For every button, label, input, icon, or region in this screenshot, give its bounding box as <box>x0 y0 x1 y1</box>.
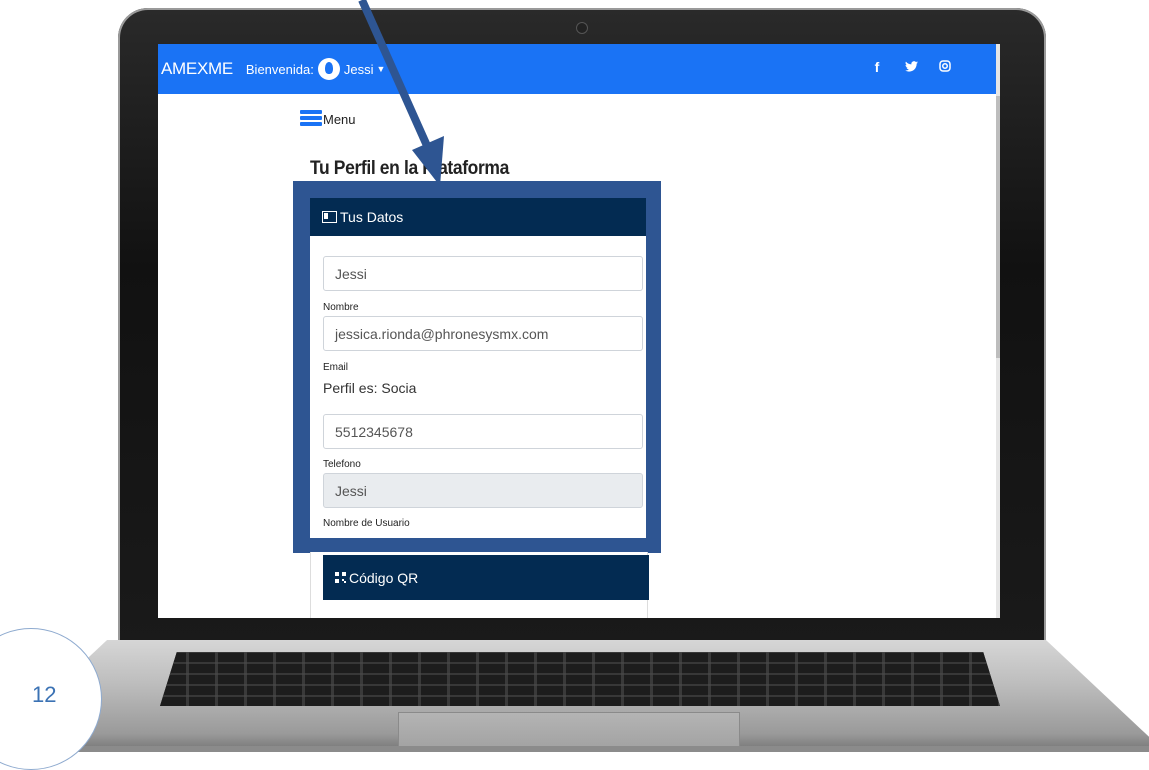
keyboard-rows <box>160 652 1000 706</box>
page-title: Tu Perfil en la Plataforma <box>310 158 509 179</box>
chevron-down-icon[interactable]: ▼ <box>376 64 385 74</box>
laptop-screen: AMEXME Bienvenida: Jessi ▼ f Menu Tu Per… <box>158 44 1000 618</box>
brand-logo[interactable]: AMEXME <box>161 59 233 79</box>
name-field[interactable]: Jessi <box>323 256 643 291</box>
trackpad <box>398 712 740 748</box>
email-label: Email <box>323 362 349 373</box>
menu-toggle[interactable]: Menu <box>300 110 356 127</box>
profile-card-header: Tus Datos <box>310 198 646 236</box>
qr-card: Código QR <box>310 552 649 618</box>
avatar[interactable] <box>317 58 340 80</box>
twitter-icon[interactable] <box>904 59 918 75</box>
profile-card: Tus Datos Jessi Nombre jessica.rionda@ph… <box>310 198 646 538</box>
username-label: Nombre de Usuario <box>323 518 410 529</box>
phone-label: Telefono <box>323 459 361 470</box>
laptop-base-edge <box>0 746 1149 752</box>
profile-type-text: Perfil es: Socia <box>323 380 417 396</box>
qr-card-title[interactable]: Código QR <box>349 570 418 586</box>
menu-label[interactable]: Menu <box>323 112 356 127</box>
name-label: Nombre <box>323 302 359 313</box>
username-field: Jessi <box>323 473 643 508</box>
id-card-icon <box>322 211 337 223</box>
top-navbar: AMEXME Bienvenida: Jessi ▼ f <box>158 44 1000 94</box>
qr-code-icon <box>335 572 346 583</box>
page-scrollbar[interactable] <box>996 44 1000 618</box>
webcam <box>576 22 588 34</box>
instagram-icon[interactable] <box>938 59 952 75</box>
profile-card-title: Tus Datos <box>340 209 404 225</box>
welcome-label: Bienvenida: <box>245 61 314 77</box>
page-number: 12 <box>32 682 57 707</box>
phone-field[interactable]: 5512345678 <box>323 414 643 449</box>
scrollbar-thumb[interactable] <box>996 96 1000 358</box>
user-menu-name[interactable]: Jessi <box>344 62 374 77</box>
social-links: f <box>870 59 952 75</box>
facebook-icon[interactable]: f <box>870 59 884 75</box>
hamburger-icon[interactable] <box>300 110 322 127</box>
email-field[interactable]: jessica.rionda@phronesysmx.com <box>323 316 643 351</box>
qr-card-header[interactable]: Código QR <box>323 555 649 600</box>
